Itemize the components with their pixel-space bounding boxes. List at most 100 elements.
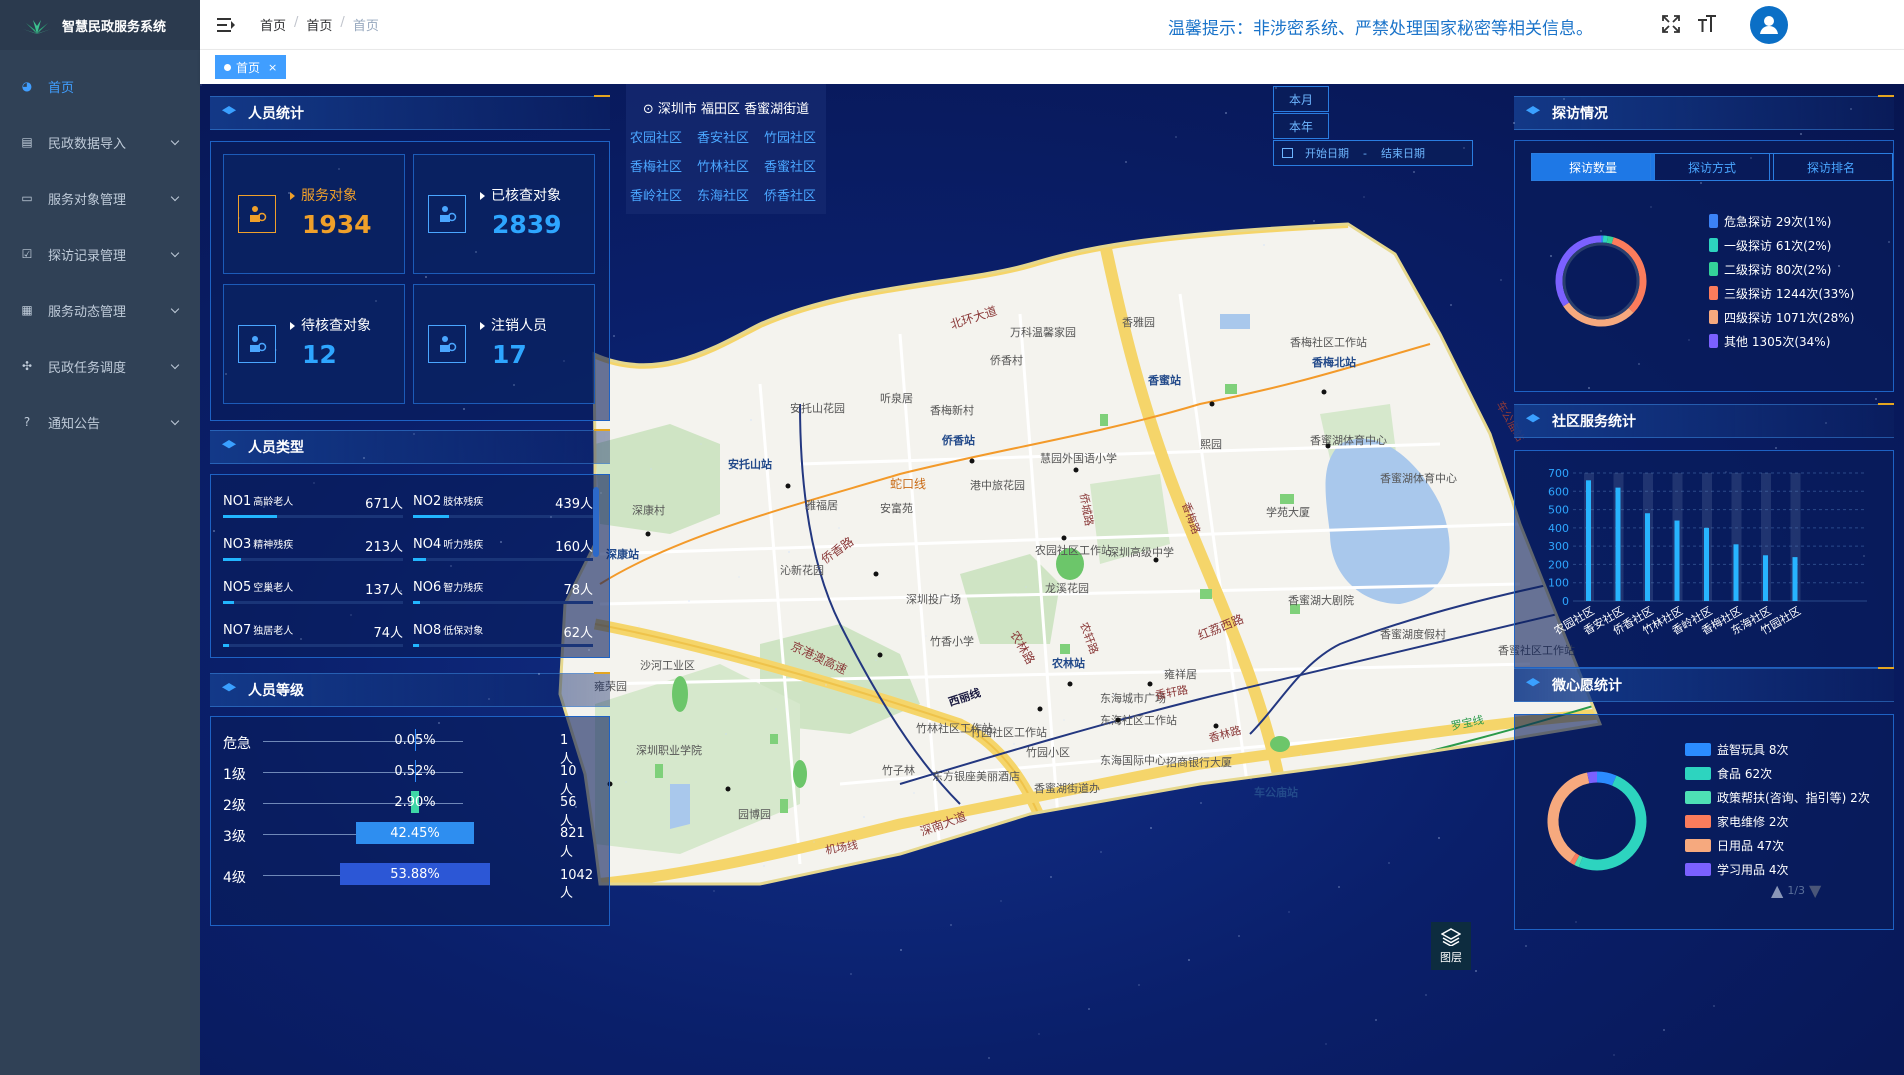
- map-label[interactable]: 农林站: [1051, 656, 1085, 670]
- person-type-item[interactable]: NO2 肢体残疾 439人: [413, 487, 593, 518]
- map-poi-dot[interactable]: [785, 483, 791, 489]
- community-link[interactable]: 香安社区: [697, 127, 764, 146]
- map-label[interactable]: 香梅新村: [930, 403, 974, 417]
- community-link[interactable]: 竹林社区: [697, 156, 764, 175]
- stat-card[interactable]: 已核查对象 2839: [413, 154, 595, 274]
- map-poi-dot[interactable]: [877, 652, 883, 658]
- map-label[interactable]: 农园社区工作站: [1035, 543, 1112, 557]
- map-label[interactable]: 香蜜湖大剧院: [1288, 593, 1354, 607]
- map-label[interactable]: 竹园社区工作站: [970, 725, 1047, 739]
- map-label[interactable]: 东海社区工作站: [1100, 713, 1177, 727]
- legend-item[interactable]: 二级探访 80次(2%): [1709, 257, 1854, 281]
- sidebar-item-2[interactable]: ▭ 服务对象管理: [0, 170, 200, 226]
- pager-down-icon[interactable]: ▼: [1809, 881, 1821, 900]
- sidebar-item-1[interactable]: ▤ 民政数据导入: [0, 114, 200, 170]
- map-label[interactable]: 安托山花园: [790, 401, 845, 415]
- tab-visit-ranking[interactable]: 探访排名: [1769, 153, 1893, 181]
- map-label[interactable]: 慧园外国语小学: [1040, 451, 1117, 465]
- legend-item[interactable]: 三级探访 1244次(33%): [1709, 281, 1854, 305]
- map-poi-dot[interactable]: [1325, 443, 1331, 449]
- map-poi-dot[interactable]: [1067, 681, 1073, 687]
- person-type-item[interactable]: NO5 空巢老人 137人: [223, 573, 403, 604]
- sidebar-item-5[interactable]: ✣ 民政任务调度: [0, 338, 200, 394]
- map-label[interactable]: 招商银行大厦: [1166, 755, 1232, 769]
- bar[interactable]: [1615, 487, 1621, 601]
- person-type-item[interactable]: NO1 高龄老人 671人: [223, 487, 403, 518]
- map-label[interactable]: 港中旅花园: [970, 478, 1025, 492]
- level-row[interactable]: 1级 0.52% 10人: [223, 760, 577, 798]
- map-poi-dot[interactable]: [1209, 401, 1215, 407]
- sidebar-item-6[interactable]: ? 通知公告: [0, 394, 200, 450]
- level-row[interactable]: 危急 0.05% 1人: [223, 729, 573, 767]
- map-label[interactable]: 竹园小区: [1026, 745, 1070, 759]
- legend-item[interactable]: 家电维修 2次: [1685, 809, 1870, 833]
- map-label[interactable]: 深圳高级中学: [1108, 545, 1174, 559]
- map-poi-dot[interactable]: [969, 458, 975, 464]
- month-button[interactable]: 本月: [1273, 86, 1329, 112]
- community-link[interactable]: 侨香社区: [764, 185, 831, 204]
- person-type-item[interactable]: NO4 听力残疾 160人: [413, 530, 593, 561]
- year-button[interactable]: 本年: [1273, 113, 1329, 139]
- sidebar-item-3[interactable]: ☑ 探访记录管理: [0, 226, 200, 282]
- map-label[interactable]: 香蜜湖度假村: [1380, 627, 1446, 641]
- map-label[interactable]: 龙溪花园: [1045, 582, 1089, 595]
- level-row[interactable]: 3级 42.45% 821人: [223, 822, 585, 860]
- map-label[interactable]: 侨香村: [990, 353, 1023, 367]
- map-label[interactable]: 香蜜湖体育中心: [1380, 471, 1457, 485]
- map-label[interactable]: 万科温馨家园: [1010, 325, 1076, 339]
- map-label[interactable]: 侨香站: [941, 433, 975, 447]
- legend-item[interactable]: 益智玩具 8次: [1685, 737, 1870, 761]
- bar[interactable]: [1704, 527, 1709, 601]
- map-label[interactable]: 深圳投广场: [906, 592, 961, 606]
- community-link[interactable]: 东海社区: [697, 185, 764, 204]
- person-type-item[interactable]: NO6 智力残疾 78人: [413, 573, 593, 604]
- tab-visit-count[interactable]: 探访数量: [1531, 153, 1655, 181]
- bar[interactable]: [1586, 480, 1591, 601]
- legend-item[interactable]: 学习用品 4次: [1685, 857, 1870, 881]
- map-poi-dot[interactable]: [1061, 535, 1067, 541]
- map-label[interactable]: 雍祥居: [1164, 667, 1197, 681]
- map-label[interactable]: 雅福居: [805, 498, 838, 512]
- map-label[interactable]: 竹子林: [882, 763, 915, 777]
- map-label[interactable]: 香梅社区工作站: [1290, 335, 1367, 349]
- map-label[interactable]: 熙园: [1200, 438, 1222, 451]
- legend-item[interactable]: 食品 62次: [1685, 761, 1870, 785]
- stat-card[interactable]: 服务对象 1934: [223, 154, 405, 274]
- sidebar-item-4[interactable]: ▦ 服务动态管理: [0, 282, 200, 338]
- map-label[interactable]: 学苑大厦: [1266, 505, 1310, 519]
- map-poi-dot[interactable]: [1147, 681, 1153, 687]
- map-label[interactable]: 东海国际中心: [1100, 753, 1166, 767]
- bar[interactable]: [1792, 557, 1798, 601]
- font-size-icon[interactable]: [1696, 14, 1718, 36]
- close-icon[interactable]: ×: [268, 61, 277, 74]
- community-link[interactable]: 香岭社区: [630, 185, 697, 204]
- map-label[interactable]: 蛇口线: [890, 476, 926, 491]
- pager-up-icon[interactable]: ▲: [1771, 881, 1783, 900]
- community-link[interactable]: 香梅社区: [630, 156, 697, 175]
- avatar[interactable]: [1750, 6, 1788, 44]
- date-range-picker[interactable]: 开始日期 - 结束日期: [1273, 140, 1473, 166]
- person-type-item[interactable]: NO7 独居老人 74人: [223, 616, 403, 647]
- map-poi-dot[interactable]: [1153, 557, 1159, 563]
- map-poi-dot[interactable]: [873, 571, 879, 577]
- legend-item[interactable]: 其他 1305次(34%): [1709, 329, 1854, 353]
- bar[interactable]: [1674, 520, 1680, 601]
- legend-item[interactable]: 四级探访 1071次(28%): [1709, 305, 1854, 329]
- map-label[interactable]: 深圳职业学院: [636, 743, 702, 757]
- level-row[interactable]: 2级 2.90% 56人: [223, 791, 577, 829]
- map-poi-dot[interactable]: [725, 786, 731, 792]
- map-label[interactable]: 香梅北站: [1311, 355, 1356, 369]
- tab-visit-method[interactable]: 探访方式: [1650, 153, 1774, 181]
- map-label[interactable]: 安富苑: [880, 501, 913, 515]
- scrollbar[interactable]: [593, 487, 599, 557]
- map-poi-dot[interactable]: [1213, 723, 1219, 729]
- stat-card[interactable]: 待核查对象 12: [223, 284, 405, 404]
- fullscreen-icon[interactable]: [1660, 14, 1682, 36]
- map-poi-dot[interactable]: [1321, 389, 1327, 395]
- person-type-item[interactable]: NO8 低保对象 62人: [413, 616, 593, 647]
- map-label[interactable]: 深康站: [606, 547, 639, 561]
- stat-card[interactable]: 注销人员 17: [413, 284, 595, 404]
- tag-home[interactable]: 首页 ×: [215, 55, 287, 79]
- map-label[interactable]: 竹香小学: [930, 634, 974, 648]
- map-label[interactable]: 深康村: [632, 503, 665, 517]
